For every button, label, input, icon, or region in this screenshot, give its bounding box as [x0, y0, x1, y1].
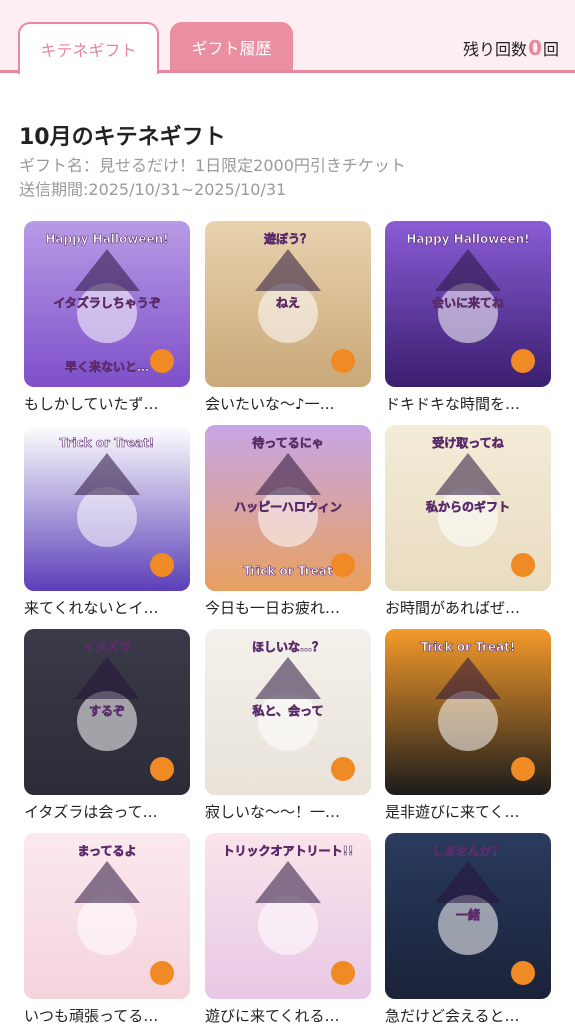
sticker-card[interactable]: しませんか？ 一緒急だけど会えると…	[385, 833, 551, 1024]
sticker-image[interactable]: Trick or Treat!	[385, 629, 551, 795]
sticker-card[interactable]: Trick or Treat! 是非遊びに来てく…	[385, 629, 551, 822]
sticker-image[interactable]: ほしいな…？ 私と、会って	[205, 629, 371, 795]
sticker-caption: 来てくれないとイ…	[24, 599, 159, 617]
sticker-image[interactable]: まってるよ	[24, 833, 190, 999]
sticker-art-text: Trick or Treat	[243, 564, 333, 578]
sticker-image[interactable]: 受け取ってね 私からのギフト	[385, 425, 551, 591]
sticker-caption: 寂しいな～～！一…	[205, 803, 341, 821]
sticker-art-text: Happy Halloween!	[406, 232, 529, 246]
character-icon	[258, 691, 318, 751]
sticker-image[interactable]: 遊ぼう？ ねえ	[205, 221, 371, 387]
sticker-art-text: 私からのギフト	[425, 499, 510, 514]
sticker-caption: ドキドキな時間を…	[385, 395, 521, 413]
tab-kitene-gift[interactable]: キテネギフト	[18, 22, 159, 74]
sticker-art-text: ハッピーハロウィン	[234, 500, 342, 514]
sticker-card[interactable]: Happy Halloween! 会いに来てねドキドキな時間を…	[385, 221, 551, 414]
sticker-image[interactable]: トリックオアトリート!!	[205, 833, 371, 999]
pumpkin-icon	[331, 757, 355, 781]
sticker-caption: 今日も一日お疲れ…	[205, 599, 341, 617]
sticker-card[interactable]: イタズラするぞイタズラは会って…	[24, 629, 190, 822]
sticker-art-text: 遊ぼう？	[264, 231, 312, 246]
sticker-art-text: 受け取ってね	[432, 435, 503, 450]
sticker-art-text: まってるよ	[78, 844, 137, 858]
pumpkin-icon	[150, 349, 174, 373]
send-period: 送信期間:2025/10/31~2025/10/31	[19, 180, 287, 199]
tab-gift-history[interactable]: ギフト履歴	[170, 22, 293, 72]
sticker-art-text: 一緒	[456, 907, 480, 922]
pumpkin-icon	[150, 553, 174, 577]
sticker-card[interactable]: 待ってるにゃハッピーハロウィン Trick or Treat 今日も一日お疲れ…	[205, 425, 371, 618]
sticker-caption: 急だけど会えると…	[385, 1007, 520, 1024]
tab-gift-history-label: ギフト履歴	[191, 39, 272, 58]
sticker-art-text: 会いに来てね	[432, 295, 504, 310]
sticker-card[interactable]: ほしいな…？ 私と、会って寂しいな～～！一…	[205, 629, 371, 822]
sticker-card[interactable]: トリックオアトリート!! 遊びに来てくれる…	[205, 833, 371, 1024]
sticker-art-text: ほしいな…？	[252, 640, 324, 654]
sticker-card[interactable]: 遊ぼう？ ねえ会いたいな～♪一…	[205, 221, 371, 414]
sticker-image[interactable]: しませんか？ 一緒	[385, 833, 551, 999]
sticker-image[interactable]: イタズラ するぞ	[24, 629, 190, 795]
pumpkin-icon	[331, 961, 355, 985]
sticker-art-text: 私と、会って	[252, 703, 324, 718]
tab-kitene-gift-label: キテネギフト	[40, 41, 137, 60]
sticker-art-text: するぞ	[89, 704, 125, 718]
sticker-caption: 是非遊びに来てく…	[385, 803, 520, 821]
character-icon	[258, 283, 318, 343]
sticker-art-text: しませんか？	[432, 844, 504, 858]
sticker-art-text: Trick or Treat!	[421, 640, 516, 654]
sticker-card[interactable]: 受け取ってね 私からのギフトお時間があればぜ…	[385, 425, 551, 618]
character-icon	[258, 895, 318, 955]
character-icon	[438, 487, 498, 547]
page-title: 10月のキテネギフト	[19, 125, 226, 150]
character-icon	[438, 283, 498, 343]
character-icon	[77, 283, 137, 343]
sticker-art-text: イタズラしちゃうぞ	[53, 295, 161, 310]
sticker-image[interactable]: 待ってるにゃハッピーハロウィン Trick or Treat	[205, 425, 371, 591]
pumpkin-icon	[331, 553, 355, 577]
remaining-number: 0	[528, 36, 542, 60]
character-icon	[438, 691, 498, 751]
sticker-image[interactable]: Trick or Treat!	[24, 425, 190, 591]
sticker-art-text: ねえ	[276, 296, 300, 310]
remaining-prefix: 残り回数	[463, 40, 528, 59]
sticker-art-text: Happy Halloween!	[45, 232, 168, 246]
character-icon	[77, 691, 137, 751]
sticker-art-text: トリックオアトリート!!	[223, 844, 354, 858]
remaining-count: 残り回数 0 回	[463, 36, 559, 60]
sticker-caption: 会いたいな～♪一…	[205, 395, 335, 413]
gift-name: ギフト名：見せるだけ！1日限定2000円引きチケット	[19, 156, 406, 175]
sticker-art-text: 早く来ないと…	[65, 359, 149, 374]
character-icon	[258, 487, 318, 547]
sticker-art-text: 待ってるにゃ	[252, 435, 323, 450]
sticker-image[interactable]: Happy Halloween! イタズラしちゃうぞ 早く来ないと…	[24, 221, 190, 387]
sticker-caption: もしかしていたず…	[24, 395, 159, 413]
remaining-suffix: 回	[542, 40, 559, 59]
sticker-card[interactable]: まってるよいつも頑張ってる…	[24, 833, 190, 1024]
pumpkin-icon	[511, 553, 535, 577]
sticker-caption: いつも頑張ってる…	[24, 1007, 159, 1024]
pumpkin-icon	[511, 349, 535, 373]
sticker-card[interactable]: Happy Halloween! イタズラしちゃうぞ 早く来ないと… もしかしていたず…	[24, 221, 190, 414]
pumpkin-icon	[511, 961, 535, 985]
character-icon	[77, 487, 137, 547]
pumpkin-icon	[511, 757, 535, 781]
sticker-art-text: イタズラ	[83, 639, 131, 654]
pumpkin-icon	[150, 961, 174, 985]
pumpkin-icon	[150, 757, 174, 781]
sticker-art-text: Trick or Treat!	[60, 436, 155, 450]
character-icon	[438, 895, 498, 955]
sticker-caption: お時間があればぜ…	[385, 599, 521, 617]
sticker-caption: イタズラは会って…	[24, 803, 158, 821]
sticker-card[interactable]: Trick or Treat! 来てくれないとイ…	[24, 425, 190, 618]
sticker-caption: 遊びに来てくれる…	[205, 1007, 340, 1024]
character-icon	[77, 895, 137, 955]
sticker-image[interactable]: Happy Halloween! 会いに来てね	[385, 221, 551, 387]
pumpkin-icon	[331, 349, 355, 373]
